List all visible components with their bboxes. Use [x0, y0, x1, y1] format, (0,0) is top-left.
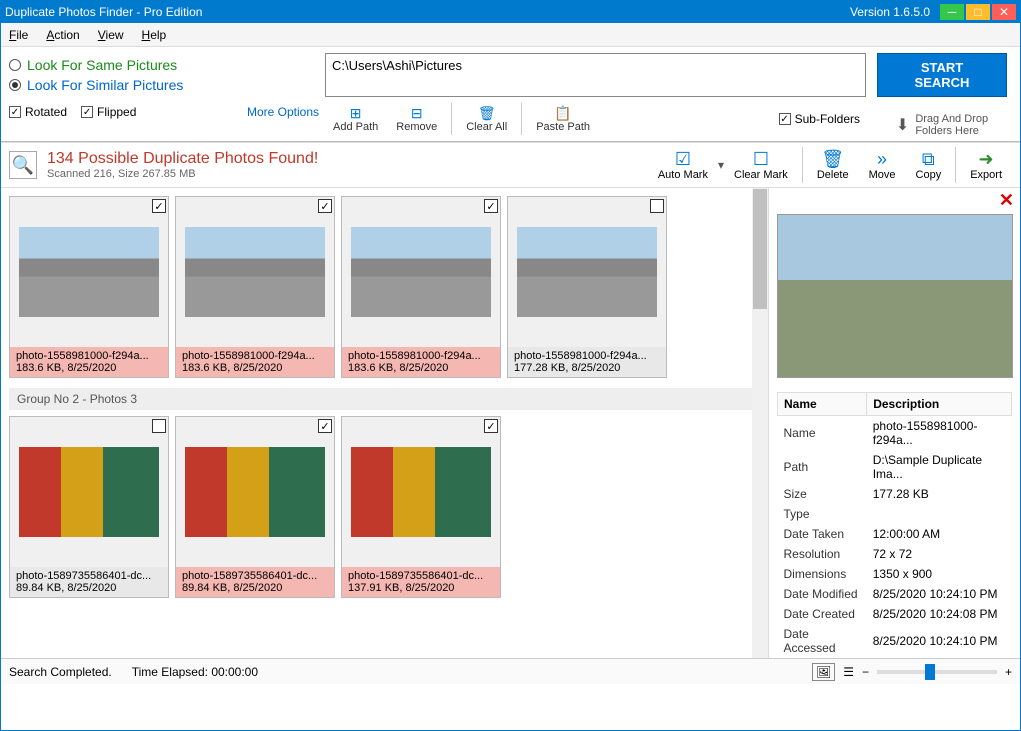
- maximize-button[interactable]: □: [966, 4, 990, 20]
- checkbox-flipped[interactable]: ✓Flipped: [81, 105, 136, 119]
- thumbnail-checkbox[interactable]: [152, 419, 166, 433]
- paste-path-button[interactable]: 📋Paste Path: [528, 103, 598, 135]
- checkbox-rotated[interactable]: ✓Rotated: [9, 105, 67, 119]
- minimize-button[interactable]: ─: [940, 4, 964, 20]
- radio-similar-pictures[interactable]: Look For Similar Pictures: [9, 77, 319, 93]
- menu-action[interactable]: Action: [46, 28, 79, 42]
- menu-bar: File Action View Help: [1, 23, 1020, 47]
- auto-mark-button[interactable]: ☑Auto Mark: [648, 147, 718, 183]
- add-path-button[interactable]: ⊞Add Path: [325, 103, 386, 135]
- radio-same-pictures[interactable]: Look For Same Pictures: [9, 57, 319, 73]
- export-button[interactable]: ➜Export: [960, 147, 1012, 183]
- menu-file[interactable]: File: [9, 28, 28, 42]
- group-header: Group No 2 - Photos 3: [9, 388, 760, 410]
- thumbnail-pane: ✓photo-1558981000-f294a...183.6 KB, 8/25…: [1, 188, 768, 658]
- version-label: Version 1.6.5.0: [850, 5, 930, 19]
- clear-all-button[interactable]: 🗑Clear All: [458, 103, 515, 135]
- thumbnail-checkbox[interactable]: ✓: [318, 199, 332, 213]
- zoom-out-button[interactable]: −: [862, 665, 869, 679]
- close-preview-button[interactable]: ✕: [999, 190, 1014, 211]
- zoom-slider[interactable]: [877, 670, 997, 674]
- thumbnail-item[interactable]: photo-1558981000-f294a...177.28 KB, 8/25…: [507, 196, 667, 378]
- start-search-button[interactable]: START SEARCH: [877, 53, 1007, 97]
- results-headline: 134 Possible Duplicate Photos Found!: [47, 150, 318, 168]
- move-button[interactable]: »Move: [859, 147, 906, 183]
- thumbnail-checkbox[interactable]: [650, 199, 664, 213]
- thumbnail-checkbox[interactable]: ✓: [318, 419, 332, 433]
- preview-image: [777, 214, 1013, 378]
- preview-pane: ✕ NameDescription Namephoto-1558981000-f…: [768, 188, 1020, 658]
- app-title: Duplicate Photos Finder - Pro Edition: [5, 5, 850, 19]
- menu-view[interactable]: View: [98, 28, 124, 42]
- results-subline: Scanned 216, Size 267.85 MB: [47, 168, 318, 180]
- thumbnail-item[interactable]: ✓photo-1558981000-f294a...183.6 KB, 8/25…: [9, 196, 169, 378]
- path-list[interactable]: C:\Users\Ashi\Pictures: [325, 53, 866, 97]
- thumbnail-item[interactable]: ✓photo-1558981000-f294a...183.6 KB, 8/25…: [341, 196, 501, 378]
- download-icon: ⬇: [896, 115, 909, 135]
- properties-table: NameDescription Namephoto-1558981000-f29…: [777, 392, 1012, 658]
- more-options-link[interactable]: More Options: [247, 105, 319, 119]
- view-thumbnails-button[interactable]: 🖼: [812, 663, 835, 681]
- view-list-button[interactable]: ☰: [843, 665, 854, 679]
- drag-drop-hint: ⬇ Drag And DropFolders Here: [896, 113, 988, 137]
- delete-button[interactable]: 🗑Delete: [807, 147, 859, 183]
- thumbnail-item[interactable]: ✓photo-1589735586401-dc...137.91 KB, 8/2…: [341, 416, 501, 598]
- clear-mark-button[interactable]: ☐Clear Mark: [724, 147, 798, 183]
- close-button[interactable]: ✕: [992, 4, 1016, 20]
- remove-path-button[interactable]: ⊟Remove: [388, 103, 445, 135]
- thumbnail-item[interactable]: ✓photo-1558981000-f294a...183.6 KB, 8/25…: [175, 196, 335, 378]
- thumbnail-checkbox[interactable]: ✓: [484, 419, 498, 433]
- menu-help[interactable]: Help: [142, 28, 167, 42]
- thumbnail-checkbox[interactable]: ✓: [152, 199, 166, 213]
- search-icon: 🔍: [9, 151, 37, 179]
- status-text: Search Completed.: [9, 665, 112, 679]
- scrollbar[interactable]: [752, 188, 768, 658]
- zoom-in-button[interactable]: +: [1005, 665, 1012, 679]
- thumbnail-item[interactable]: ✓photo-1589735586401-dc...89.84 KB, 8/25…: [175, 416, 335, 598]
- copy-button[interactable]: ⧉Copy: [906, 147, 952, 183]
- thumbnail-item[interactable]: photo-1589735586401-dc...89.84 KB, 8/25/…: [9, 416, 169, 598]
- checkbox-subfolders[interactable]: ✓Sub-Folders: [779, 112, 860, 126]
- thumbnail-checkbox[interactable]: ✓: [484, 199, 498, 213]
- time-elapsed: Time Elapsed: 00:00:00: [132, 665, 258, 679]
